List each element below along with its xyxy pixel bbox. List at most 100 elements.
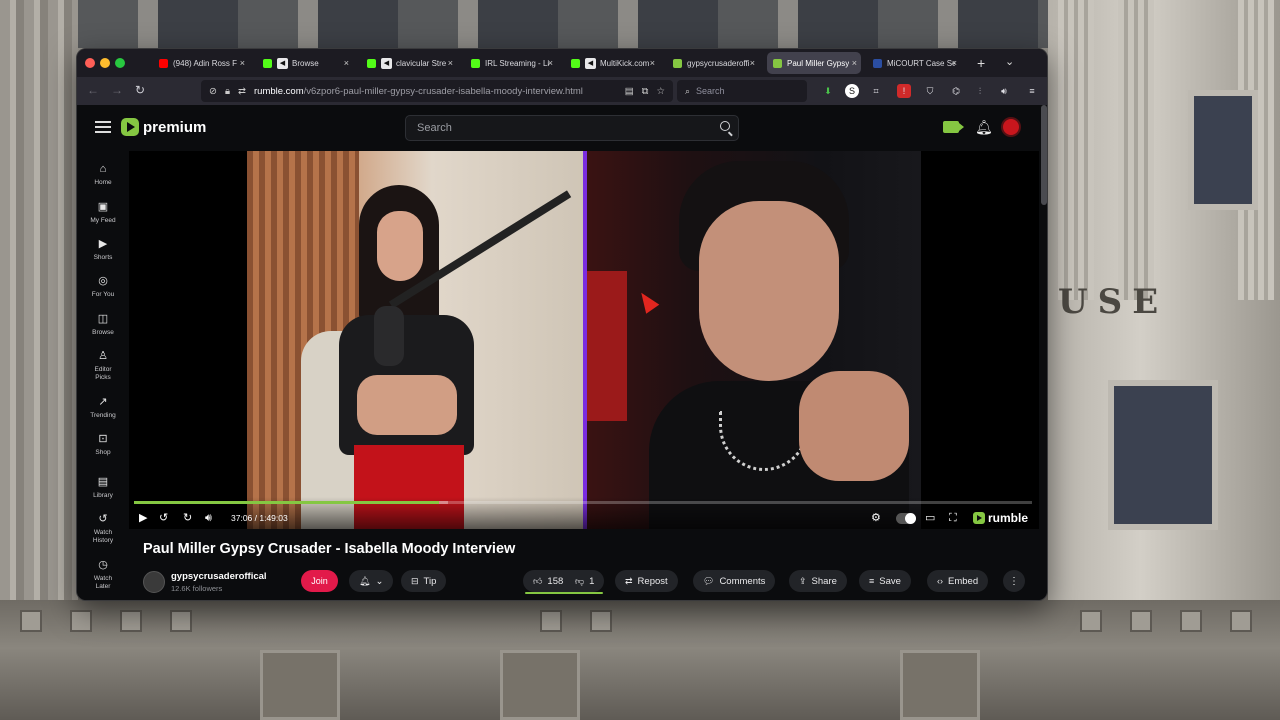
extension-s-icon[interactable]: S xyxy=(845,84,859,98)
play-icon[interactable]: ▶ xyxy=(139,512,147,524)
tab-favicon-icon xyxy=(673,58,682,68)
crop-tool-icon[interactable]: ⌗ xyxy=(869,84,883,98)
new-tab-button[interactable]: + xyxy=(977,55,985,71)
settings-gear-icon[interactable]: ⚙ xyxy=(871,512,881,524)
tab-close-icon[interactable]: × xyxy=(952,58,957,68)
reload-icon[interactable]: ↻ xyxy=(135,83,145,97)
sidebar-item-trending[interactable]: ↗ Trending xyxy=(77,396,129,420)
sidebar-item-label: Home xyxy=(94,179,112,186)
rewind-icon[interactable]: ↺ xyxy=(159,512,168,524)
browser-tab[interactable]: (948) Adin Ross F × xyxy=(153,52,249,74)
url-bar[interactable]: ⊘ 🔒︎ ⇄ rumble.com /v6zpor6-paul-miller-g… xyxy=(201,80,673,102)
page-scrollbar[interactable] xyxy=(1041,105,1047,205)
user-avatar[interactable] xyxy=(1001,117,1021,137)
notifications-bell-icon[interactable]: 🔔︎ xyxy=(975,119,993,136)
tab-close-icon[interactable]: × xyxy=(240,58,245,68)
theater-mode-icon[interactable]: ▭ xyxy=(925,512,935,524)
tab-muted-icon[interactable]: ◀ xyxy=(277,57,288,69)
zoom-window-button[interactable] xyxy=(115,58,125,68)
bookmark-star-icon[interactable]: ☆ xyxy=(656,86,665,97)
thumbs-down-icon: 👎︎ xyxy=(575,575,585,586)
site-search-input[interactable]: Search xyxy=(405,115,739,141)
browser-tab[interactable]: MiCOURT Case Se × xyxy=(867,52,961,74)
browser-tab[interactable]: ◀ Browse × xyxy=(257,52,353,74)
download-icon[interactable]: ⬇ xyxy=(821,84,835,98)
tab-close-icon[interactable]: × xyxy=(852,58,857,68)
dislike-button[interactable]: 👎︎ 1 xyxy=(569,570,605,592)
browser-search-field[interactable]: ⌕ Search xyxy=(677,80,807,102)
tab-close-icon[interactable]: × xyxy=(548,58,553,68)
tracking-protection-icon[interactable]: ⊘ xyxy=(209,86,217,97)
browser-tab[interactable]: IRL Streaming - Li × xyxy=(465,52,557,74)
follow-bell-button[interactable]: 🔔︎ ⌄ xyxy=(349,570,394,592)
save-label: Save xyxy=(879,575,901,587)
forward-icon[interactable]: ↻ xyxy=(183,512,192,524)
shorts-icon: ▶ xyxy=(98,238,108,250)
join-button[interactable]: Join xyxy=(301,570,338,592)
sidebar-item-for-you[interactable]: ◎ For You xyxy=(77,275,129,299)
channel-avatar[interactable] xyxy=(143,571,165,593)
tab-muted-icon[interactable]: ◀ xyxy=(585,57,596,69)
tab-close-icon[interactable]: × xyxy=(448,58,453,68)
save-button[interactable]: ≡ Save xyxy=(859,570,911,592)
comments-button[interactable]: 💬︎ Comments xyxy=(693,570,776,592)
share-button[interactable]: ⇪ Share xyxy=(789,570,847,592)
progress-bar[interactable] xyxy=(134,501,1032,504)
forward-icon[interactable]: → xyxy=(111,83,123,97)
video-player[interactable]: ▶ ↺ ↻ 🔊︎ 37:06 / 1:49:03 ⚙ ▭ ⛶ rumble xyxy=(129,151,1039,529)
volume-icon[interactable]: 🔊︎ xyxy=(997,84,1011,98)
tab-close-icon[interactable]: × xyxy=(650,58,655,68)
picture-in-picture-icon[interactable]: ⧉ xyxy=(642,86,649,97)
sidebar-item-library[interactable]: ▤ Library xyxy=(77,476,129,500)
sidebar-item-watch-later[interactable]: ◷ Watch Later xyxy=(77,559,129,591)
more-options-icon[interactable]: ⋮ xyxy=(1003,570,1025,592)
fullscreen-icon[interactable]: ⛶ xyxy=(949,512,957,524)
volume-icon[interactable]: 🔊︎ xyxy=(205,512,212,524)
browser-tab[interactable]: ◀ MultiKick.com × xyxy=(565,52,659,74)
tip-button[interactable]: ⊟ Tip xyxy=(401,570,447,592)
browser-tab[interactable]: Paul Miller Gypsy × xyxy=(767,52,861,74)
list-tabs-icon[interactable]: ⌄ xyxy=(1005,55,1014,68)
lock-icon[interactable]: 🔒︎ xyxy=(225,86,230,97)
tab-label: MultiKick.com xyxy=(600,58,650,68)
close-window-button[interactable] xyxy=(85,58,95,68)
equalizer-icon[interactable]: ⫶ xyxy=(973,84,987,98)
rumble-watermark[interactable]: rumble xyxy=(973,511,1028,525)
vote-ratio-bar xyxy=(525,592,603,594)
reader-view-icon[interactable]: ▤ xyxy=(625,86,634,97)
sidebar-item-shorts[interactable]: ▶ Shorts xyxy=(77,238,129,262)
sidebar-item-my-feed[interactable]: ▣ My Feed xyxy=(77,201,129,225)
channel-name[interactable]: gypsycrusaderoffical xyxy=(171,571,267,582)
extensions-icon[interactable]: ⌬ xyxy=(949,84,963,98)
browser-tab[interactable]: gypsycrusaderoffi × xyxy=(667,52,759,74)
url-host: rumble.com xyxy=(254,85,304,97)
back-icon[interactable]: ← xyxy=(87,83,99,97)
tab-label: Browse xyxy=(292,58,319,68)
sidebar-item-shop[interactable]: ⊡ Shop xyxy=(77,433,129,457)
site-logo[interactable]: premium xyxy=(121,118,206,136)
hamburger-menu-icon[interactable] xyxy=(95,121,111,133)
tab-close-icon[interactable]: × xyxy=(750,58,755,68)
extension-red-icon[interactable]: ! xyxy=(897,84,911,98)
shield-icon[interactable]: ⛉ xyxy=(923,84,937,98)
sidebar-item-home[interactable]: ⌂ Home xyxy=(77,163,129,187)
permissions-icon[interactable]: ⇄ xyxy=(238,86,246,97)
embed-button[interactable]: ‹› Embed xyxy=(927,570,989,592)
tab-favicon-icon xyxy=(873,58,882,68)
tab-muted-icon[interactable]: ◀ xyxy=(381,57,392,69)
sidebar-item-watch-history[interactable]: ↺ Watch History xyxy=(77,513,129,545)
sidebar-item-browse[interactable]: ◫ Browse xyxy=(77,313,129,337)
tab-close-icon[interactable]: × xyxy=(344,58,349,68)
search-icon[interactable] xyxy=(720,121,730,131)
minimize-window-button[interactable] xyxy=(100,58,110,68)
autoplay-toggle[interactable] xyxy=(896,513,916,524)
menu-icon[interactable]: ≡ xyxy=(1025,84,1039,98)
sidebar-item-editor-picks[interactable]: ♙ Editor Picks xyxy=(77,350,129,382)
like-count: 158 xyxy=(547,575,564,587)
comments-label: Comments xyxy=(719,575,766,587)
go-live-camera-icon[interactable] xyxy=(943,121,964,133)
tip-label: Tip xyxy=(423,575,437,587)
browser-tab[interactable]: ◀ clavicular Stre × xyxy=(361,52,457,74)
like-button[interactable]: 👍︎ 158 xyxy=(523,570,570,592)
repost-button[interactable]: ⇄ Repost xyxy=(615,570,678,592)
